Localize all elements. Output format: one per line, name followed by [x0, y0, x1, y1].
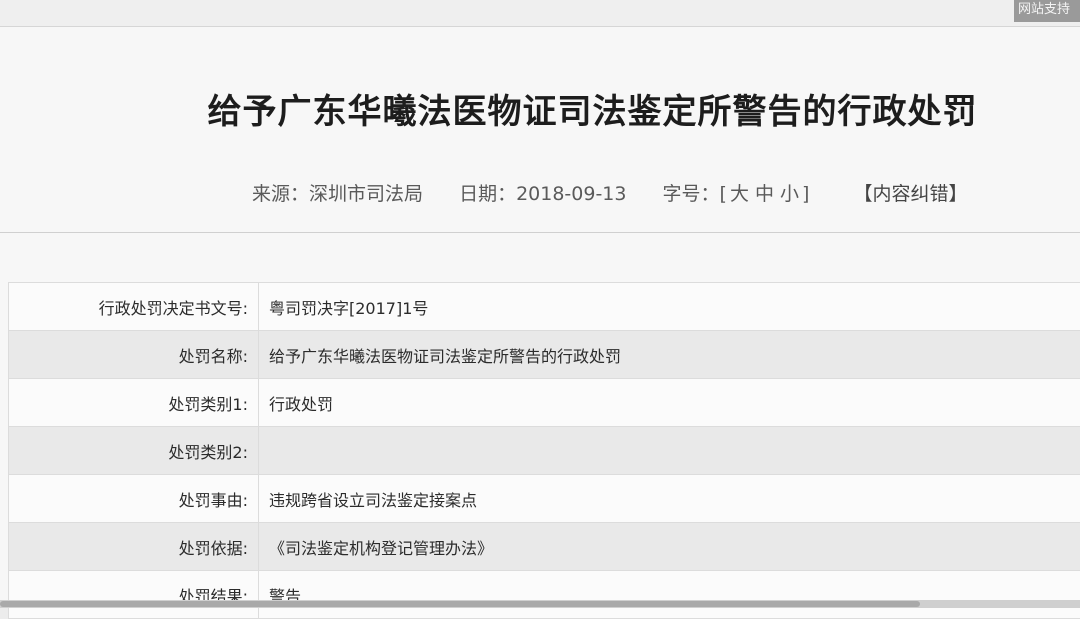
row-value: 违规跨省设立司法鉴定接案点: [259, 475, 1080, 523]
font-size-control: 字号：[大中小]: [663, 179, 810, 206]
penalty-info-table: 行政处罚决定书文号: 粤司罚决字[2017]1号 处罚名称: 给予广东华曦法医物…: [8, 282, 1080, 619]
row-label: 处罚类别2:: [9, 427, 259, 475]
horizontal-scrollbar[interactable]: [0, 600, 1080, 608]
site-support-tab[interactable]: 网站支持: [1014, 0, 1080, 22]
font-size-label: 字号：[: [663, 179, 727, 206]
row-value: 粤司罚决字[2017]1号: [259, 283, 1080, 331]
row-value: 给予广东华曦法医物证司法鉴定所警告的行政处罚: [259, 331, 1080, 379]
scrollbar-thumb[interactable]: [0, 601, 920, 607]
row-label: 处罚类别1:: [9, 379, 259, 427]
row-value: 警告: [259, 571, 1080, 619]
row-label: 处罚事由:: [9, 475, 259, 523]
row-value: 行政处罚: [259, 379, 1080, 427]
table-row: 处罚名称: 给予广东华曦法医物证司法鉴定所警告的行政处罚: [9, 331, 1080, 379]
meta-date: 日期：2018-09-13: [459, 179, 626, 206]
table-row: 处罚事由: 违规跨省设立司法鉴定接案点: [9, 475, 1080, 523]
page-title: 给予广东华曦法医物证司法鉴定所警告的行政处罚: [0, 84, 1080, 133]
table-row: 行政处罚决定书文号: 粤司罚决字[2017]1号: [9, 283, 1080, 331]
row-label: 处罚结果:: [9, 571, 259, 619]
row-value: [259, 427, 1080, 475]
divider: [0, 232, 1080, 233]
row-label: 行政处罚决定书文号:: [9, 283, 259, 331]
table-row: 处罚结果: 警告: [9, 571, 1080, 619]
table-row: 处罚依据: 《司法鉴定机构登记管理办法》: [9, 523, 1080, 571]
row-value: 《司法鉴定机构登记管理办法》: [259, 523, 1080, 571]
top-strip: 网站支持: [0, 0, 1080, 27]
font-size-medium-link[interactable]: 中: [755, 179, 774, 206]
table-row: 处罚类别1: 行政处罚: [9, 379, 1080, 427]
meta-source: 来源：深圳市司法局: [252, 179, 423, 206]
font-size-close: ]: [802, 183, 809, 205]
content-correction-link[interactable]: 【内容纠错】: [853, 179, 967, 206]
font-size-large-link[interactable]: 大: [730, 179, 749, 206]
row-label: 处罚依据:: [9, 523, 259, 571]
article-meta: 来源：深圳市司法局 日期：2018-09-13 字号：[大中小] 【内容纠错】: [252, 179, 967, 206]
row-label: 处罚名称:: [9, 331, 259, 379]
font-size-small-link[interactable]: 小: [780, 179, 799, 206]
table-row: 处罚类别2:: [9, 427, 1080, 475]
